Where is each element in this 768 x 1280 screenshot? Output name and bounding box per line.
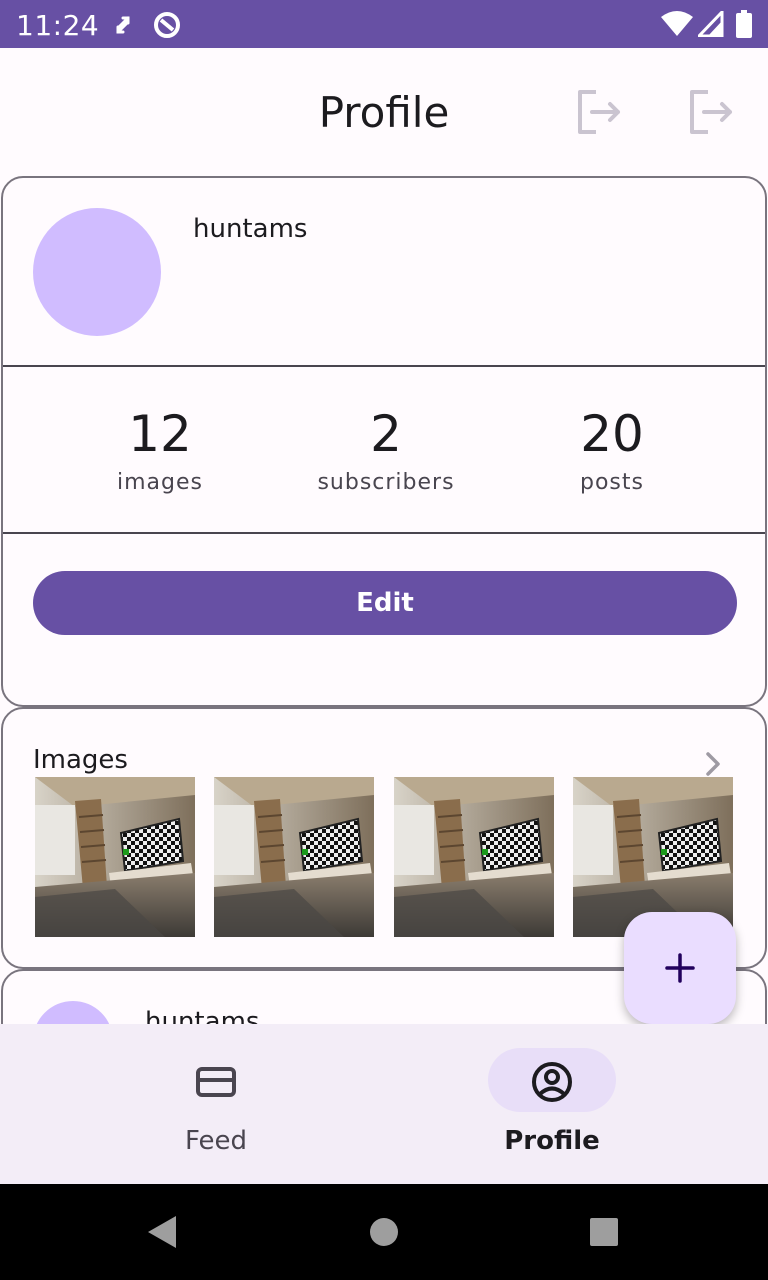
top-app-bar: Profile	[0, 48, 768, 176]
page-title: Profile	[318, 88, 450, 137]
divider	[3, 532, 765, 534]
wifi-icon	[661, 11, 693, 36]
feed-card-icon	[196, 1067, 236, 1097]
sync-icon	[116, 16, 130, 34]
divider	[3, 365, 765, 367]
status-time: 11:24	[16, 9, 100, 42]
add-button[interactable]	[624, 912, 736, 1024]
stat-label: images	[117, 470, 203, 495]
stat-value: 20	[580, 405, 644, 463]
account-circle-icon	[532, 1062, 572, 1102]
do-not-disturb-icon	[154, 12, 180, 38]
images-section-title: Images	[33, 745, 128, 775]
chevron-right-icon[interactable]	[701, 749, 725, 779]
logout-icon[interactable]	[572, 84, 628, 140]
image-thumbnail[interactable]	[214, 777, 374, 937]
image-thumbnail[interactable]	[394, 777, 554, 937]
add-icon	[665, 953, 695, 983]
stat-subscribers[interactable]: 2 subscribers	[266, 404, 506, 495]
nav-item-profile[interactable]: Profile	[384, 1024, 768, 1184]
logout-icon[interactable]	[684, 84, 740, 140]
stat-value: 12	[128, 405, 192, 463]
edit-button[interactable]: Edit	[33, 571, 737, 635]
stat-images[interactable]: 12 images	[40, 404, 280, 495]
image-thumbnail[interactable]	[35, 777, 195, 937]
nav-label-profile: Profile	[504, 1126, 600, 1156]
stat-label: subscribers	[317, 470, 455, 495]
nav-label-feed: Feed	[184, 1126, 248, 1156]
username: huntams	[193, 214, 308, 244]
system-navigation-bar	[0, 1184, 768, 1280]
image-thumbnails	[35, 777, 735, 937]
status-bar: 11:24	[0, 0, 768, 48]
stat-posts[interactable]: 20 posts	[492, 404, 732, 495]
avatar[interactable]	[33, 208, 161, 336]
stat-value: 2	[370, 405, 402, 463]
battery-icon	[736, 10, 752, 38]
recents-icon[interactable]	[588, 1216, 620, 1248]
bottom-navigation: Feed Profile	[0, 1024, 768, 1184]
nav-item-feed[interactable]: Feed	[48, 1024, 432, 1184]
signal-icon	[698, 11, 724, 37]
profile-card: huntams 12 images 2 subscribers 20 posts…	[1, 176, 767, 707]
back-icon[interactable]	[144, 1214, 180, 1250]
home-icon[interactable]	[368, 1216, 400, 1248]
stat-label: posts	[580, 470, 644, 495]
